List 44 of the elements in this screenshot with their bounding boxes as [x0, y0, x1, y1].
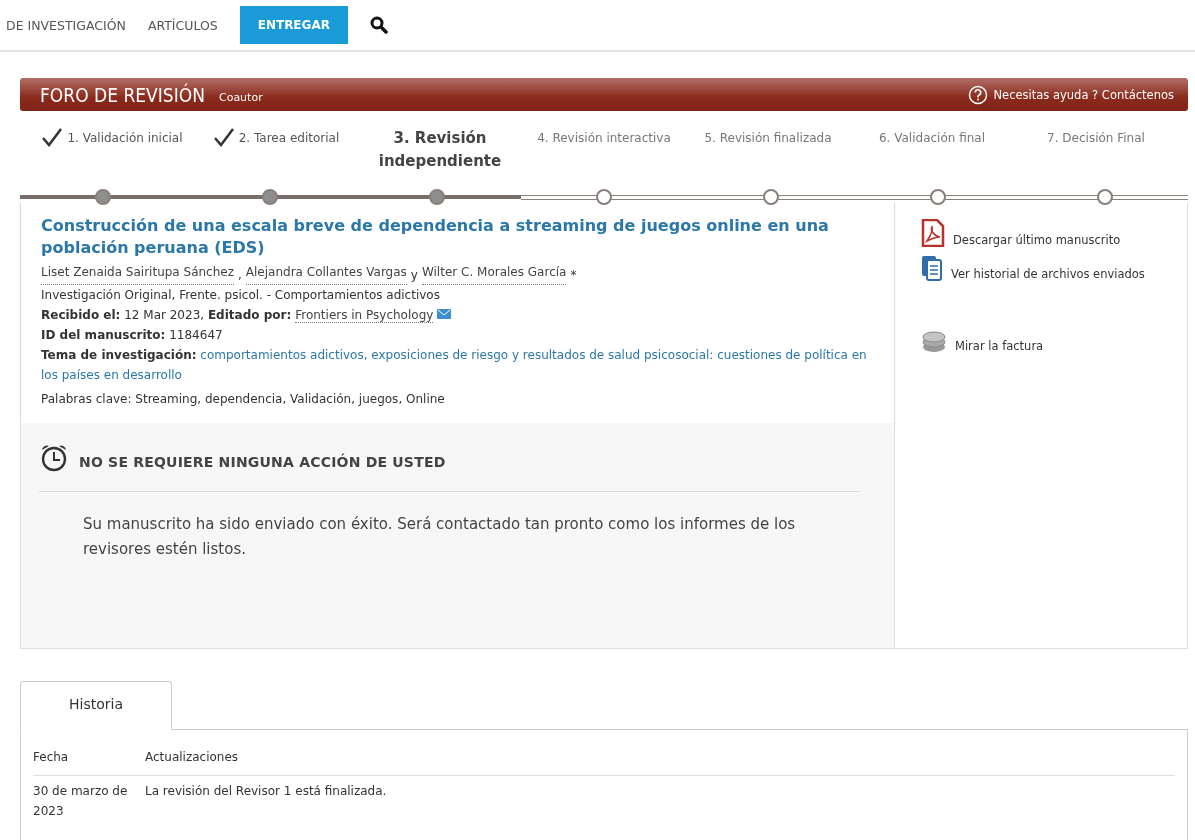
action-link[interactable]: Ver historial de archivos enviados	[921, 253, 1187, 281]
coins-icon	[921, 331, 947, 353]
manuscript-title[interactable]: Construcción de una escala breve de dependencia a streaming de juegos online en una población peruana (EDS)	[41, 215, 874, 259]
column-header: Fecha	[33, 749, 70, 766]
author-link[interactable]: Wilter C. Morales García	[421, 265, 567, 285]
table-cell-text: 30 de marzo de 2023	[33, 783, 129, 820]
keywords: Palabras clave: Streaming, dependencia, Validación, juegos, Online	[41, 391, 446, 408]
research-topic: Tema de investigación: comportamientos adictivos, exposiciones de riesgo y resultados de salud psicosocial: cuestiones de política en los países en desarrollo	[41, 347, 868, 384]
step-label: 4. Revisión interactiva	[537, 131, 671, 146]
forum-title: FORO DE REVISIÓN	[40, 83, 205, 106]
help-link[interactable]: Necesitas ayuda ? Contáctenos	[968, 84, 1174, 105]
alarm-clock-icon	[39, 443, 69, 473]
nav-link[interactable]: DE INVESTIGACIÓN	[6, 17, 126, 33]
action-link[interactable]: Descargar último manuscrito	[921, 219, 1187, 247]
history-tab[interactable]: Historia	[20, 681, 172, 730]
author-separator: ,	[238, 267, 242, 284]
author-link[interactable]: Liset Zenaida Sairitupa Sánchez	[41, 265, 234, 285]
documents-icon	[921, 253, 943, 281]
editor-link[interactable]: Frontiers in Psychology	[295, 308, 434, 323]
step-label: 5. Revisión finalizada	[704, 131, 832, 146]
action-link[interactable]: Mirar la factura	[921, 331, 1187, 353]
step-label: 2. Tarea editorial	[238, 131, 340, 146]
check-icon	[212, 127, 235, 147]
mail-icon[interactable]	[437, 309, 452, 319]
help-icon	[968, 84, 989, 105]
article-type: Investigación Original, Frente. psicol. - Comportamientos adictivos	[41, 287, 441, 304]
column-header: Actualizaciones	[145, 749, 240, 766]
check-icon	[41, 127, 64, 147]
notice-title: NO SE REQUIERE NINGUNA ACCIÓN DE USTED	[79, 454, 446, 470]
table-cell-text: La revisión del Revisor 1 está finalizada.	[145, 783, 388, 800]
role-label: Coautor	[218, 91, 263, 104]
author-link[interactable]: Alejandra Collantes Vargas	[245, 265, 407, 285]
step-label: 6. Validación final	[878, 131, 986, 146]
nav-link[interactable]: ARTÍCULOS	[147, 17, 218, 33]
search-icon[interactable]	[369, 16, 388, 34]
step-label: 7. Decisión Final	[1047, 131, 1145, 146]
author-separator: y	[410, 267, 418, 284]
author-separator: *	[570, 267, 577, 284]
manuscript-id: ID del manuscrito: 1184647	[41, 327, 224, 344]
pdf-file-icon	[921, 219, 945, 247]
notice-message: Su manuscrito ha sido enviado con éxito. Será contactado tan pronto como los informes de los revisores estén listos.	[83, 514, 797, 560]
step-label: 3. Revisión independiente	[377, 128, 503, 172]
step-label: 1. Validación inicial	[67, 131, 183, 146]
received-line: Recibido el: 12 Mar 2023, Editado por: Frontiers in Psychology	[41, 305, 874, 325]
